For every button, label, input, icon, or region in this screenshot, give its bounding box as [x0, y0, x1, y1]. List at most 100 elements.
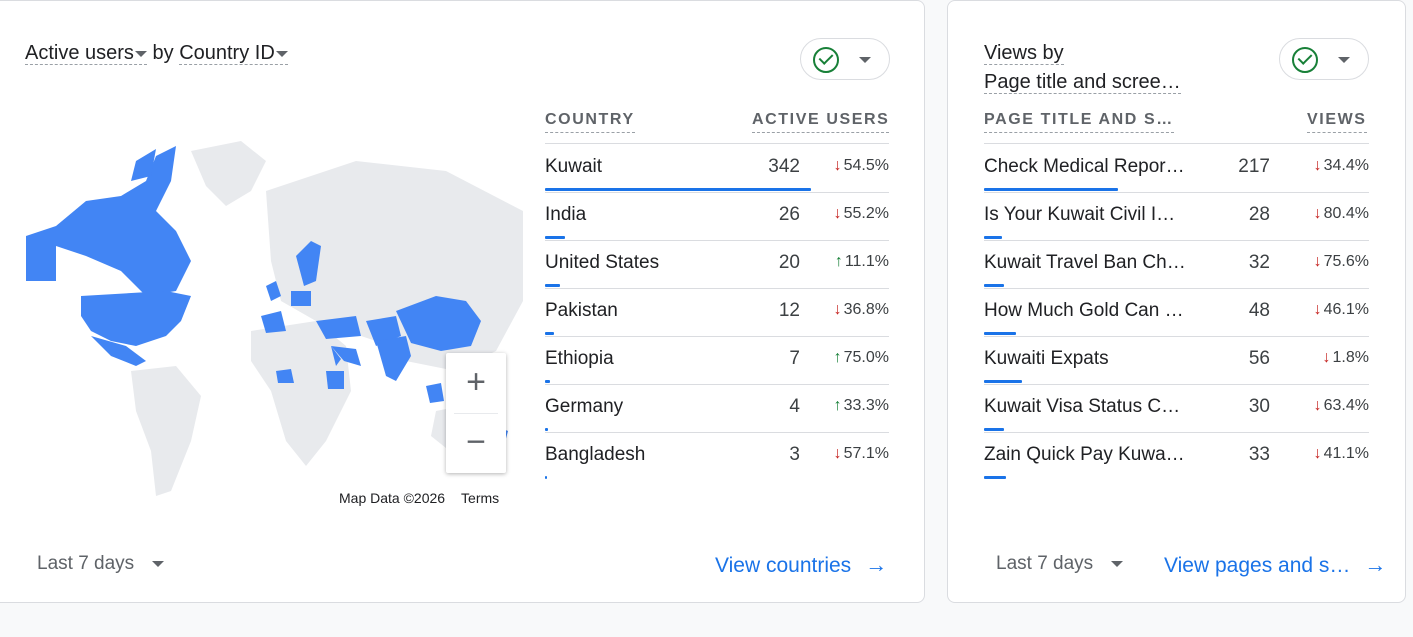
view-countries-link[interactable]: View countries → [715, 552, 887, 578]
row-label: United States [545, 252, 660, 273]
row-value: 3 [789, 444, 800, 465]
insights-status-button[interactable] [1279, 38, 1369, 80]
column-header-active-users[interactable]: ACTIVE USERS [752, 109, 890, 133]
chevron-down-icon [134, 50, 147, 57]
title-by: by [146, 42, 180, 64]
map-terms-link[interactable]: Terms [461, 490, 499, 506]
check-circle-icon [1292, 47, 1318, 73]
change-percent: 75.0% [843, 349, 889, 366]
row-change: ↓ 57.1% [834, 445, 889, 463]
arrow-up-icon: ↑ [833, 397, 842, 414]
value-bar [984, 188, 1118, 191]
map-country-alaska [26, 236, 56, 281]
value-bar [545, 188, 811, 191]
row-value: 4 [789, 396, 800, 417]
table-row[interactable]: Germany 4 ↑ 33.3% [545, 384, 889, 432]
row-label: Germany [545, 396, 624, 417]
view-pages-label: View pages and s… [1164, 554, 1351, 577]
dimension-label[interactable]: Page title and scree… [984, 71, 1181, 94]
change-percent: 75.6% [1323, 253, 1369, 270]
row-label: Kuwait Visa Status C… [984, 396, 1181, 417]
table-row[interactable]: United States 20 ↑ 11.1% [545, 240, 889, 288]
table-row[interactable]: Is Your Kuwait Civil I… 28 ↓ 80.4% [984, 192, 1369, 240]
map-data-label: Map Data ©2026 [339, 490, 446, 506]
change-percent: 46.1% [1323, 301, 1369, 318]
row-value: 26 [778, 204, 800, 225]
change-percent: 55.2% [843, 205, 889, 222]
zoom-out-button[interactable]: − [446, 413, 506, 473]
metric-selector[interactable]: Active users [25, 42, 147, 65]
metric-label: Active users [25, 42, 134, 64]
change-percent: 63.4% [1323, 397, 1369, 414]
views-by-page-title-card: Views by Page title and scree… PAGE TITL… [947, 0, 1406, 603]
view-pages-link[interactable]: View pages and s… → [1164, 552, 1386, 578]
value-bar [545, 428, 548, 431]
check-circle-icon [813, 47, 839, 73]
table-row[interactable]: Kuwait 342 ↓ 54.5% [545, 144, 889, 192]
table-row[interactable]: Check Medical Repor… 217 ↓ 34.4% [984, 144, 1369, 192]
row-value: 33 [1248, 444, 1270, 465]
row-value: 28 [1248, 204, 1270, 225]
table-row[interactable]: Kuwait Travel Ban Ch… 32 ↓ 75.6% [984, 240, 1369, 288]
date-range-selector[interactable]: Last 7 days [996, 553, 1124, 575]
row-value: 48 [1248, 300, 1270, 321]
row-change: ↓ 41.1% [1314, 445, 1369, 463]
value-bar [545, 284, 560, 287]
map-zoom-control: + − [446, 353, 506, 473]
arrow-down-icon: ↓ [1313, 301, 1322, 318]
date-range-selector[interactable]: Last 7 days [37, 553, 165, 575]
change-percent: 1.8% [1332, 349, 1369, 366]
column-header-country[interactable]: COUNTRY [545, 109, 635, 133]
table-row[interactable]: Kuwait Visa Status C… 30 ↓ 63.4% [984, 384, 1369, 432]
map-country-india [376, 336, 411, 381]
row-label: Kuwait Travel Ban Ch… [984, 252, 1186, 273]
row-label: How Much Gold Can … [984, 300, 1184, 321]
table-row[interactable]: Ethiopia 7 ↑ 75.0% [545, 336, 889, 384]
chevron-down-icon [1111, 560, 1124, 567]
map-land-africa [251, 321, 351, 466]
value-bar [984, 332, 1016, 335]
arrow-down-icon: ↓ [1313, 253, 1322, 270]
arrow-down-icon: ↓ [1313, 445, 1322, 462]
row-value: 217 [1238, 156, 1270, 177]
table-row[interactable]: Pakistan 12 ↓ 36.8% [545, 288, 889, 336]
date-range-label: Last 7 days [996, 553, 1094, 574]
arrow-down-icon: ↓ [833, 157, 842, 174]
row-label: Pakistan [545, 300, 618, 321]
map-country-united-states [81, 291, 191, 346]
row-value: 342 [768, 156, 800, 177]
row-value: 20 [778, 252, 800, 273]
arrow-right-icon: → [865, 552, 888, 577]
dimension-selector[interactable]: Country ID [179, 42, 288, 65]
map-land-greenland [191, 141, 266, 206]
map-country-germany [291, 291, 311, 306]
column-header-views[interactable]: VIEWS [1307, 109, 1367, 133]
table-row[interactable]: Bangladesh 3 ↓ 57.1% [545, 432, 889, 480]
row-value: 12 [778, 300, 800, 321]
row-label: Ethiopia [545, 348, 614, 369]
row-label: Kuwait [545, 156, 603, 177]
row-change: ↓ 54.5% [834, 157, 889, 175]
metric-label[interactable]: Views by [984, 42, 1064, 65]
value-bar [984, 380, 1022, 383]
column-header-page-title[interactable]: PAGE TITLE AND S… [984, 109, 1174, 133]
value-bar [545, 380, 550, 383]
arrow-up-icon: ↑ [833, 349, 842, 366]
table-row[interactable]: How Much Gold Can … 48 ↓ 46.1% [984, 288, 1369, 336]
zoom-in-button[interactable]: + [446, 353, 506, 413]
active-users-by-country-card: Active users by Country ID + − Map Data … [0, 0, 925, 603]
change-percent: 41.1% [1323, 445, 1369, 462]
table-row[interactable]: Zain Quick Pay Kuwa… 33 ↓ 41.1% [984, 432, 1369, 480]
row-change: ↓ 46.1% [1314, 301, 1369, 319]
arrow-down-icon: ↓ [1322, 349, 1331, 366]
table-row[interactable]: India 26 ↓ 55.2% [545, 192, 889, 240]
value-bar [545, 476, 547, 479]
value-bar [545, 332, 554, 335]
change-percent: 33.3% [843, 397, 889, 414]
table-row[interactable]: Kuwaiti Expats 56 ↓ 1.8% [984, 336, 1369, 384]
arrow-down-icon: ↓ [833, 445, 842, 462]
insights-status-button[interactable] [800, 38, 890, 80]
arrow-down-icon: ↓ [1313, 157, 1322, 174]
row-label: Check Medical Repor… [984, 156, 1185, 177]
value-bar [984, 428, 1004, 431]
